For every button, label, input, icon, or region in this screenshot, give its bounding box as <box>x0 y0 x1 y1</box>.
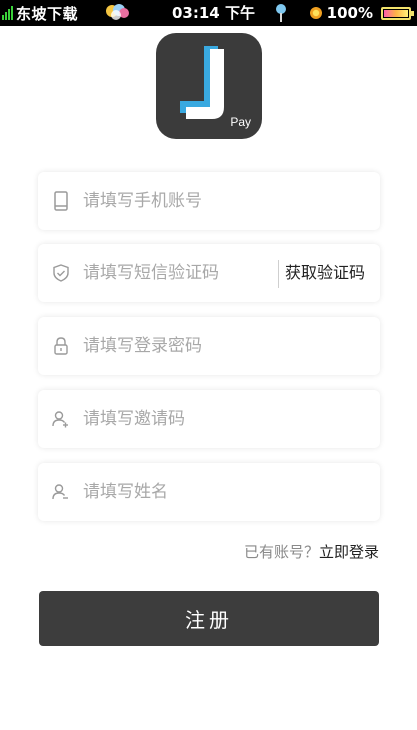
status-time: 03:14 下午 <box>172 4 255 22</box>
status-right: 100% <box>309 0 414 26</box>
phone-field <box>38 172 380 230</box>
lock-icon <box>54 337 68 355</box>
login-hint: 已有账号？ <box>243 543 319 561</box>
password-input[interactable] <box>83 329 303 363</box>
phone-icon <box>54 191 68 211</box>
balloon-icon <box>106 4 129 20</box>
logo-pay-text: Pay <box>230 115 251 129</box>
user-icon <box>52 484 68 500</box>
invite-code-field <box>38 390 380 448</box>
app-logo: Pay <box>156 33 262 139</box>
shield-icon <box>53 264 69 282</box>
password-field <box>38 317 380 375</box>
signal-icon <box>2 6 13 20</box>
name-field <box>38 463 380 521</box>
login-link[interactable]: 立即登录 <box>319 543 379 561</box>
phone-input[interactable] <box>83 184 303 218</box>
status-left: 东坡下载 <box>2 0 78 26</box>
battery-icon <box>381 6 414 20</box>
get-code-button[interactable]: 获取验证码 <box>285 260 365 286</box>
sms-code-input[interactable] <box>83 256 273 290</box>
user-add-icon <box>52 411 68 428</box>
status-bar: 东坡下载 03:14 下午 100% <box>0 0 417 26</box>
login-prompt: 已有账号？立即登录 <box>244 541 379 562</box>
register-button[interactable]: 注册 <box>39 591 379 646</box>
sms-code-field: 获取验证码 <box>38 244 380 302</box>
carrier-name: 东坡下载 <box>16 4 79 23</box>
field-divider <box>278 260 279 288</box>
location-pin-icon <box>276 4 286 22</box>
brightness-icon <box>309 7 322 19</box>
battery-percent: 100% <box>326 4 373 22</box>
invite-code-input[interactable] <box>83 402 303 436</box>
name-input[interactable] <box>83 475 303 509</box>
